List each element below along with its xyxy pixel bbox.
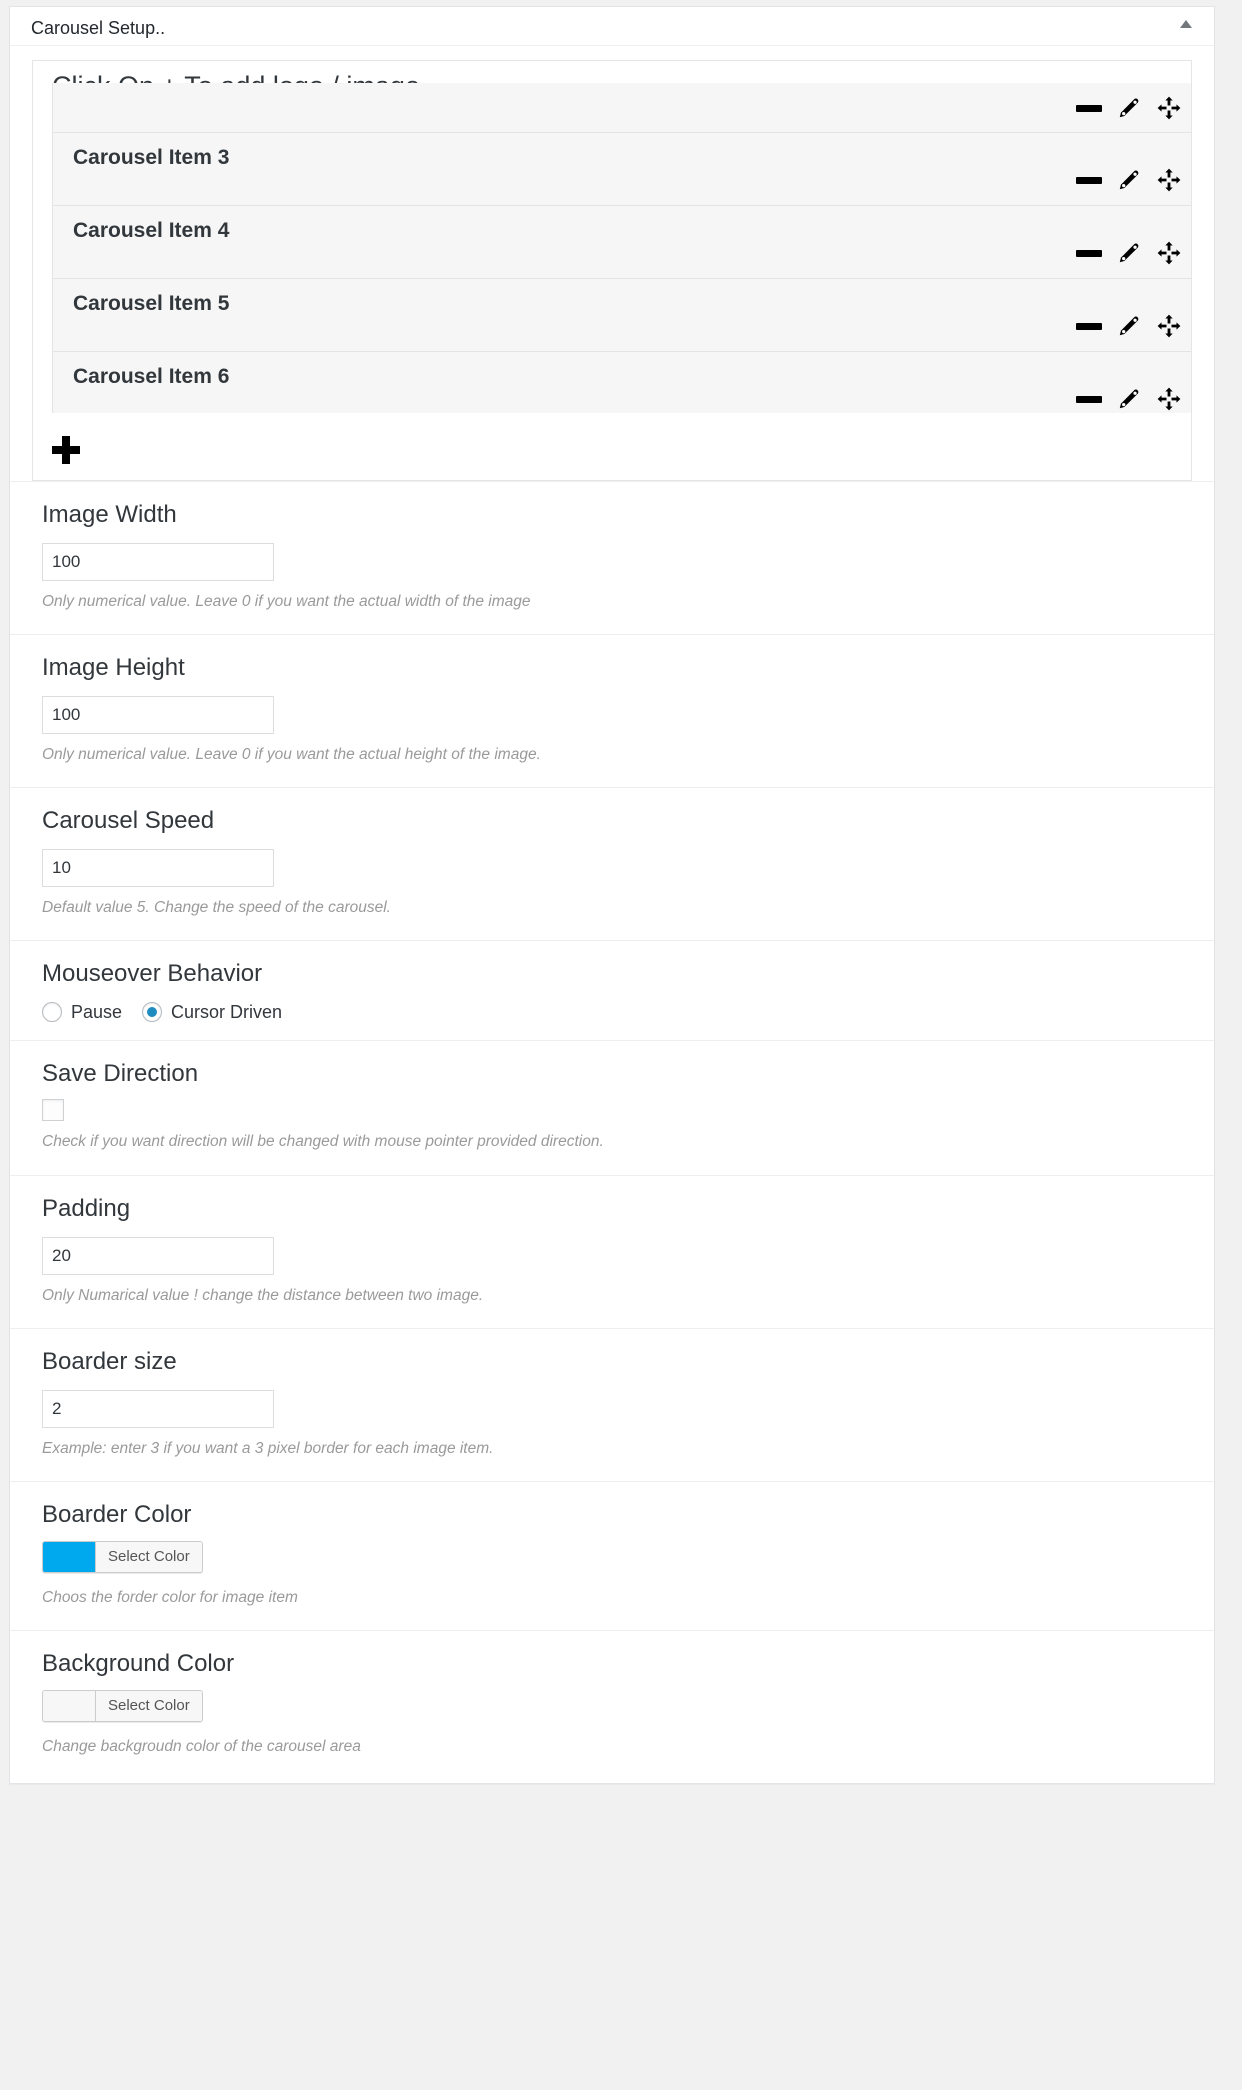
- arrows-move-icon[interactable]: [1156, 313, 1182, 339]
- pencil-icon[interactable]: [1116, 386, 1142, 412]
- padding-input[interactable]: [42, 1236, 274, 1275]
- carousel-item-row[interactable]: Carousel Item 6: [52, 352, 1191, 413]
- carousel-speed-input[interactable]: [42, 849, 274, 888]
- field-label: Carousel Speed: [42, 807, 215, 835]
- metabox-header[interactable]: Carousel Setup..: [10, 7, 1214, 46]
- field-image-width: Image Width Only numerical value. Leave …: [10, 481, 1214, 634]
- arrows-move-icon[interactable]: [1156, 95, 1182, 121]
- carousel-setup-metabox: Carousel Setup.. Click On + To add logo …: [9, 6, 1215, 1785]
- pencil-icon[interactable]: [1116, 313, 1142, 339]
- metabox-inside: Click On + To add logo / image: [10, 60, 1214, 1783]
- page-root: Carousel Setup.. Click On + To add logo …: [0, 0, 1242, 2090]
- carousel-item-row[interactable]: Carousel Item 3: [52, 133, 1191, 206]
- field-description: Change backgroudn color of the carousel …: [42, 1737, 361, 1755]
- arrows-move-icon[interactable]: [1156, 240, 1182, 266]
- radio-option-cursor-driven[interactable]: Cursor Driven: [142, 1002, 283, 1023]
- radio-circle-icon: [42, 1002, 62, 1023]
- arrows-move-icon[interactable]: [1156, 386, 1182, 412]
- boarder-color-picker-button[interactable]: Select Color: [42, 1540, 203, 1573]
- field-description: Only numerical value. Leave 0 if you wan…: [42, 746, 541, 764]
- field-boarder-color: Boarder Color Select Color Choos the for…: [10, 1480, 1214, 1630]
- radio-circle-selected-icon: [142, 1002, 163, 1023]
- field-description: Default value 5. Change the speed of the…: [42, 899, 391, 917]
- carousel-item-actions: [1076, 95, 1182, 121]
- field-label: Mouseover Behavior: [42, 960, 263, 988]
- arrows-move-icon[interactable]: [1156, 167, 1182, 193]
- pencil-icon[interactable]: [1116, 240, 1142, 266]
- carousel-repeater: Click On + To add logo / image: [32, 60, 1192, 481]
- carousel-item-label: Carousel Item 4: [73, 219, 230, 242]
- carousel-item-row[interactable]: Carousel Item 5: [52, 279, 1191, 352]
- color-swatch: [43, 1541, 96, 1572]
- field-image-height: Image Height Only numerical value. Leave…: [10, 634, 1214, 787]
- triangle-up-icon[interactable]: [1180, 20, 1192, 28]
- minus-icon[interactable]: [1076, 104, 1102, 112]
- add-item-row: [52, 436, 92, 476]
- field-label: Boarder size: [42, 1347, 177, 1375]
- radio-label: Cursor Driven: [171, 1002, 283, 1023]
- carousel-items-list: Carousel Item 3 Carousel Item 4 Carousel…: [52, 83, 1191, 413]
- pencil-icon[interactable]: [1116, 95, 1142, 121]
- field-label: Image Width: [42, 501, 177, 528]
- field-label: Background Color: [42, 1649, 235, 1677]
- minus-icon[interactable]: [1076, 249, 1102, 257]
- carousel-item-actions: [1076, 386, 1182, 412]
- field-description: Choos the forder color for image item: [42, 1588, 298, 1606]
- carousel-item-actions: [1076, 167, 1182, 193]
- field-description: Only numerical value. Leave 0 if you wan…: [42, 593, 531, 610]
- carousel-item-label: Carousel Item 5: [73, 292, 230, 315]
- boarder-size-input[interactable]: [42, 1389, 274, 1428]
- field-carousel-speed: Carousel Speed Default value 5. Change t…: [10, 787, 1214, 940]
- carousel-item-row[interactable]: [52, 83, 1191, 133]
- field-boarder-size: Boarder size Example: enter 3 if you wan…: [10, 1327, 1214, 1481]
- field-label: Save Direction: [42, 1060, 199, 1088]
- field-mouseover-behavior: Mouseover Behavior Pause Cursor Driven: [10, 940, 1214, 1040]
- select-color-label: Select Color: [96, 1541, 202, 1572]
- carousel-item-label: Carousel Item 3: [73, 146, 230, 169]
- field-save-direction: Save Direction Check if you want directi…: [10, 1040, 1214, 1174]
- field-description: Only Numarical value ! change the distan…: [42, 1286, 484, 1304]
- page-title: Carousel Setup..: [31, 18, 166, 38]
- field-label: Padding: [42, 1194, 131, 1222]
- carousel-item-actions: [1076, 240, 1182, 266]
- color-swatch: [43, 1690, 96, 1721]
- image-width-input[interactable]: [42, 543, 274, 581]
- background-color-picker-button[interactable]: Select Color: [42, 1689, 203, 1722]
- pencil-icon[interactable]: [1116, 167, 1142, 193]
- save-direction-checkbox[interactable]: [42, 1099, 64, 1122]
- carousel-item-row[interactable]: Carousel Item 4: [52, 206, 1191, 279]
- minus-icon[interactable]: [1076, 395, 1102, 403]
- field-description: Example: enter 3 if you want a 3 pixel b…: [42, 1439, 494, 1457]
- field-label: Boarder Color: [42, 1500, 192, 1528]
- minus-icon[interactable]: [1076, 176, 1102, 184]
- field-padding: Padding Only Numarical value ! change th…: [10, 1174, 1214, 1328]
- carousel-item-label: Carousel Item 6: [73, 365, 230, 388]
- image-height-input[interactable]: [42, 696, 274, 735]
- field-description: Check if you want direction will be chan…: [42, 1133, 604, 1151]
- select-color-label: Select Color: [96, 1690, 202, 1721]
- field-label: Image Height: [42, 654, 185, 682]
- radio-label: Pause: [71, 1002, 123, 1023]
- mouseover-behavior-radio-group: Pause Cursor Driven: [42, 1002, 1192, 1023]
- field-background-color: Background Color Select Color Change bac…: [10, 1629, 1214, 1783]
- minus-icon[interactable]: [1076, 322, 1102, 330]
- radio-option-pause[interactable]: Pause: [42, 1002, 123, 1023]
- carousel-item-actions: [1076, 313, 1182, 339]
